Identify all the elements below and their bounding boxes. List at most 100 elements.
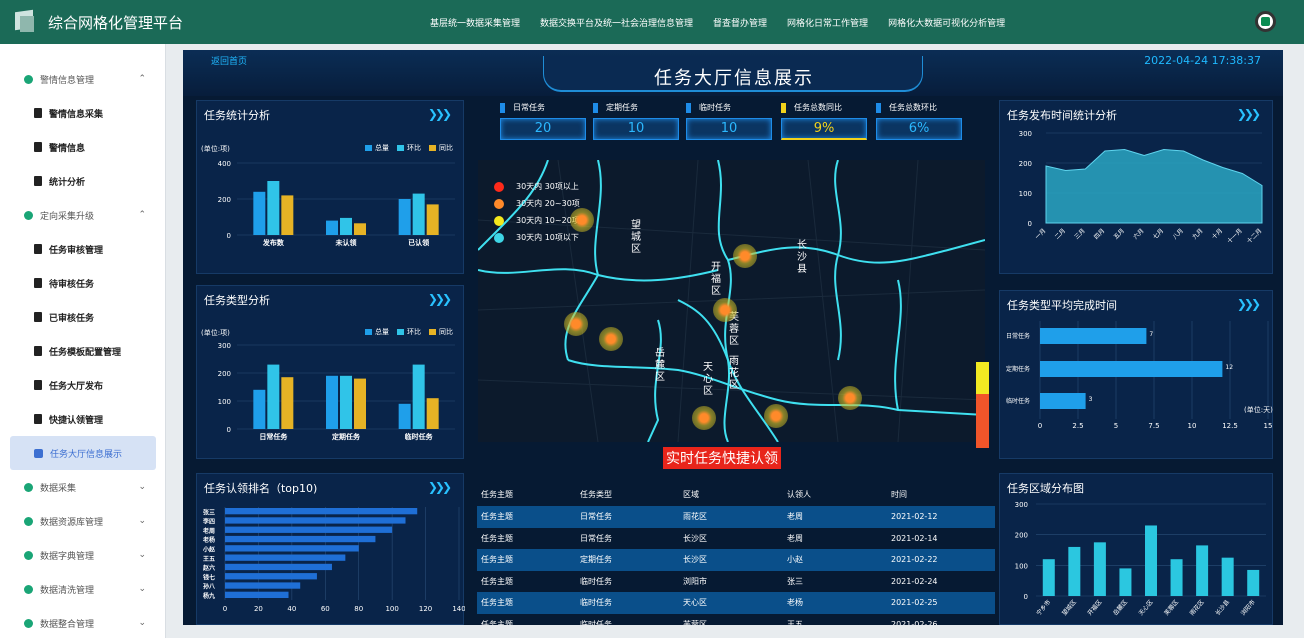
- category-label: 十二月: [1245, 227, 1263, 245]
- sidebar-item-label: 快捷认领管理: [49, 415, 104, 426]
- back-home-link[interactable]: 返回首页: [211, 54, 247, 67]
- table-row[interactable]: 任务主题 临时任务 浏阳市 张三 2021-02-24: [477, 571, 995, 593]
- table-cell: 临时任务: [580, 576, 612, 586]
- sidebar-item[interactable]: 任务审核管理: [0, 232, 165, 266]
- bar: [225, 508, 418, 515]
- sidebar-item[interactable]: 统计分析: [0, 164, 165, 198]
- sidebar-item[interactable]: 任务大厅信息展示: [10, 436, 156, 470]
- kpi-value: 10: [686, 118, 772, 140]
- kpi-daily: 日常任务 20: [500, 102, 588, 140]
- chevron-icon[interactable]: ⌃: [138, 210, 146, 220]
- menu-icon: [24, 618, 33, 628]
- table-cell: 芙蓉区: [683, 619, 707, 625]
- category-label: 七月: [1151, 227, 1165, 241]
- hotspot-marker[interactable]: [692, 406, 716, 430]
- tick-label: 100: [218, 398, 231, 406]
- table-row[interactable]: 任务主题 日常任务 长沙区 老周 2021-02-14: [477, 528, 995, 550]
- map-legend-item: 30天内 20~30项: [494, 195, 580, 212]
- top-nav: 基层统一数据采集管理 数据交换平台及统一社会治理信息管理 督查督办管理 网格化日…: [430, 16, 1005, 29]
- category-label: 四月: [1093, 227, 1106, 240]
- bar: [1042, 559, 1055, 596]
- topnav-item[interactable]: 网格化日常工作管理: [787, 16, 868, 29]
- avg-time-chart: 0 2.5 5 7.5 10 12.5 15 7 日常任务 12 定期任务 3 临时任务 (单位:天): [1006, 321, 1273, 430]
- sidebar-item[interactable]: 待审核任务: [0, 266, 165, 300]
- table-row[interactable]: 任务主题 临时任务 芙蓉区 王五 2021-02-26: [477, 614, 995, 625]
- tick-label: 0: [1024, 593, 1028, 601]
- table-row[interactable]: 任务主题 临时任务 天心区 老杨 2021-02-25: [477, 592, 995, 614]
- table-cell: 老周: [787, 533, 803, 543]
- bar: [225, 545, 359, 552]
- bar: [267, 364, 280, 429]
- chevron-icon[interactable]: ⌄: [138, 584, 146, 594]
- chevron-icon[interactable]: ⌄: [138, 550, 146, 560]
- task-stats-chart: 0 200 400 发布数 未认领 已认领: [218, 160, 455, 247]
- kpi-label: 临时任务: [699, 103, 731, 112]
- bar: [398, 199, 411, 235]
- kpi-mom: 任务总数环比 6%: [876, 102, 964, 140]
- kpi-value: 6%: [876, 118, 962, 140]
- hotspot-marker[interactable]: [570, 208, 594, 232]
- category-label: 发布数: [262, 238, 285, 247]
- topnav-item[interactable]: 基层统一数据采集管理: [430, 16, 520, 29]
- table-cell: 临时任务: [580, 598, 612, 608]
- data-label: 3: [1089, 396, 1093, 403]
- chevron-icon[interactable]: ⌃: [138, 74, 146, 84]
- category-label: 钱七: [203, 573, 215, 581]
- sidebar-group[interactable]: 警情信息管理 ⌃: [0, 62, 165, 96]
- sidebar-item[interactable]: 快捷认领管理: [0, 402, 165, 436]
- bar: [340, 217, 352, 235]
- tick-label: 5: [1114, 422, 1118, 430]
- table-cell: 2021-02-26: [891, 619, 938, 625]
- datetime: 2022-04-24 17:38:37: [1144, 54, 1261, 67]
- chevron-icon[interactable]: ⌄: [138, 482, 146, 492]
- hotspot-marker[interactable]: [733, 244, 757, 268]
- sidebar-group[interactable]: 数据资源库管理 ⌄: [0, 504, 165, 538]
- sidebar-item[interactable]: 任务模板配置管理: [0, 334, 165, 368]
- bar: [1040, 328, 1147, 344]
- avatar[interactable]: [1255, 11, 1276, 32]
- sidebar-item[interactable]: 任务大厅发布: [0, 368, 165, 402]
- sidebar-item[interactable]: 警情信息采集: [0, 96, 165, 130]
- category-label: 小赵: [202, 546, 216, 554]
- table-row[interactable]: 任务主题 日常任务 雨花区 老周 2021-02-12: [477, 506, 995, 528]
- hotspot-marker[interactable]: [764, 404, 788, 428]
- area-series: [1045, 148, 1263, 224]
- chevron-icon[interactable]: ⌄: [138, 618, 146, 628]
- menu-icon: [24, 584, 33, 594]
- category-label: 临时任务: [405, 432, 434, 441]
- kpi-value: 20: [500, 118, 586, 140]
- sidebar-group[interactable]: 数据字典管理 ⌄: [0, 538, 165, 572]
- topnav-item[interactable]: 数据交换平台及统一社会治理信息管理: [540, 16, 693, 29]
- sidebar-group[interactable]: 数据整合管理 ⌄: [0, 606, 165, 638]
- tick-label: 40: [287, 605, 296, 613]
- sidebar-group[interactable]: 数据采集 ⌄: [0, 470, 165, 504]
- menu-icon: [34, 108, 42, 118]
- map-area[interactable]: 30天内 30项以上 30天内 20~30项 30天内 10~20项 30天内 …: [478, 160, 985, 442]
- bar: [426, 398, 439, 429]
- hotspot-marker[interactable]: [713, 298, 737, 322]
- hotspot-marker[interactable]: [564, 312, 588, 336]
- chevron-icon[interactable]: ⌄: [138, 516, 146, 526]
- table-cell: 小赵: [787, 555, 803, 565]
- sidebar-item[interactable]: 警情信息: [0, 130, 165, 164]
- bar: [354, 223, 366, 235]
- category-label: 芙蓉区: [1162, 598, 1180, 617]
- table-cell: 张三: [787, 576, 803, 586]
- sidebar-item[interactable]: 已审核任务: [0, 300, 165, 334]
- hotspot-marker[interactable]: [838, 386, 862, 410]
- region-panel: 任务区域分布图 0 100 200 300 宁乡市 望城区 开福区 岳麓区 天心区 芙蓉区 雨花区长…: [999, 473, 1273, 625]
- region-chart: 0 100 200 300 宁乡市 望城区 开福区 岳麓区 天心区 芙蓉区 雨花区 长沙县 浏阳市: [1015, 501, 1266, 617]
- topnav-item[interactable]: 网格化大数据可视化分析管理: [888, 16, 1005, 29]
- topnav-item[interactable]: 督查督办管理: [713, 16, 767, 29]
- sidebar-item-label: 数据整合管理: [40, 619, 95, 630]
- sidebar-item-label: 数据资源库管理: [40, 517, 104, 528]
- hotspot-marker[interactable]: [599, 327, 623, 351]
- bar: [426, 204, 439, 235]
- table-cell: 任务主题: [481, 598, 513, 608]
- table-cell: 天心区: [683, 598, 707, 608]
- sidebar-item-label: 待审核任务: [49, 279, 95, 290]
- bar: [412, 364, 425, 429]
- sidebar-group[interactable]: 定向采集升级 ⌃: [0, 198, 165, 232]
- table-row[interactable]: 任务主题 定期任务 长沙区 小赵 2021-02-22: [477, 549, 995, 571]
- sidebar-group[interactable]: 数据清洗管理 ⌄: [0, 572, 165, 606]
